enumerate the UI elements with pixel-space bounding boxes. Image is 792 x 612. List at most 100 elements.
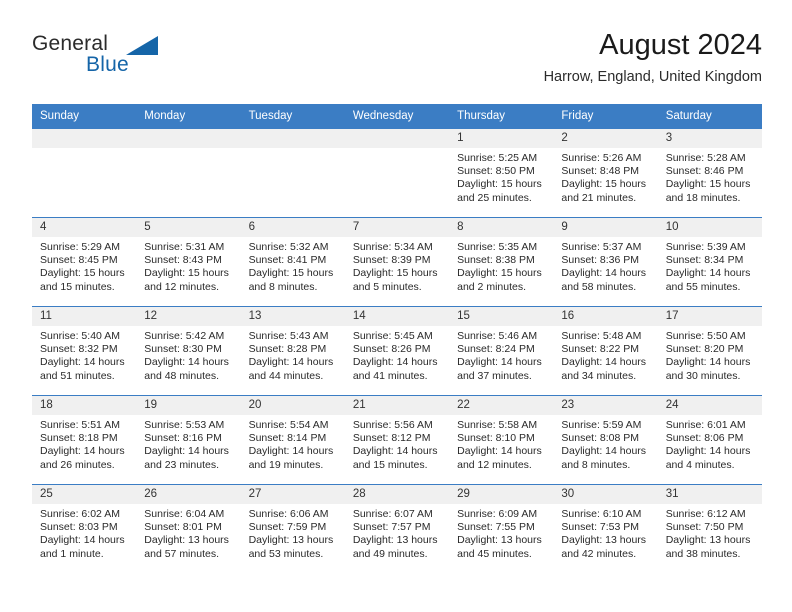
daylight-text-line2: and 51 minutes. bbox=[40, 369, 115, 382]
day-cell[interactable]: 20 Sunrise: 5:54 AM Sunset: 8:14 PM Dayl… bbox=[240, 395, 345, 485]
day-number: 12 bbox=[136, 307, 241, 326]
day-cell[interactable]: 4 Sunrise: 5:29 AM Sunset: 8:45 PM Dayli… bbox=[32, 217, 137, 307]
daylight-text-line2: and 41 minutes. bbox=[352, 369, 428, 382]
day-details bbox=[241, 148, 345, 152]
calendar-body: 1 Sunrise: 5:25 AM Sunset: 8:50 PM Dayli… bbox=[32, 128, 762, 573]
day-cell[interactable] bbox=[32, 128, 137, 218]
day-cell[interactable]: 7 Sunrise: 5:34 AM Sunset: 8:39 PM Dayli… bbox=[344, 217, 450, 307]
day-details: Sunrise: 5:37 AM Sunset: 8:36 PM Dayligh… bbox=[553, 237, 657, 294]
weekday-header-sunday: Sunday bbox=[32, 104, 137, 129]
day-details: Sunrise: 5:50 AM Sunset: 8:20 PM Dayligh… bbox=[658, 326, 762, 383]
daylight-text-line1: Daylight: 14 hours bbox=[665, 356, 751, 369]
day-cell[interactable]: 22 Sunrise: 5:58 AM Sunset: 8:10 PM Dayl… bbox=[449, 395, 554, 485]
day-number bbox=[344, 129, 450, 148]
daylight-text-line1: Daylight: 13 hours bbox=[457, 534, 542, 547]
day-cell[interactable]: 5 Sunrise: 5:31 AM Sunset: 8:43 PM Dayli… bbox=[136, 217, 241, 307]
sunset-text: Sunset: 8:43 PM bbox=[144, 254, 222, 267]
day-cell[interactable]: 9 Sunrise: 5:37 AM Sunset: 8:36 PM Dayli… bbox=[553, 217, 658, 307]
daylight-text-line1: Daylight: 14 hours bbox=[40, 356, 125, 369]
day-details bbox=[136, 148, 240, 152]
week-row: 25 Sunrise: 6:02 AM Sunset: 8:03 PM Dayl… bbox=[32, 484, 762, 573]
daylight-text-line1: Daylight: 13 hours bbox=[665, 534, 751, 547]
daylight-text-line1: Daylight: 14 hours bbox=[665, 267, 751, 280]
daylight-text-line1: Daylight: 14 hours bbox=[248, 356, 334, 369]
day-number: 17 bbox=[657, 307, 762, 326]
day-cell[interactable]: 8 Sunrise: 5:35 AM Sunset: 8:38 PM Dayli… bbox=[449, 217, 554, 307]
sunset-text: Sunset: 8:03 PM bbox=[40, 521, 118, 534]
day-cell[interactable] bbox=[344, 128, 450, 218]
day-details: Sunrise: 5:39 AM Sunset: 8:34 PM Dayligh… bbox=[658, 237, 762, 294]
week-row: 1 Sunrise: 5:25 AM Sunset: 8:50 PM Dayli… bbox=[32, 128, 762, 218]
day-number: 9 bbox=[553, 218, 658, 237]
sunset-text: Sunset: 8:22 PM bbox=[561, 343, 640, 356]
day-cell[interactable]: 27 Sunrise: 6:06 AM Sunset: 7:59 PM Dayl… bbox=[240, 484, 345, 573]
daylight-text-line2: and 55 minutes. bbox=[665, 280, 741, 293]
sunrise-text: Sunrise: 5:58 AM bbox=[457, 419, 538, 431]
day-cell[interactable]: 24 Sunrise: 6:01 AM Sunset: 8:06 PM Dayl… bbox=[657, 395, 762, 485]
sunrise-text: Sunrise: 5:34 AM bbox=[352, 241, 433, 253]
day-number: 6 bbox=[240, 218, 345, 237]
day-cell[interactable]: 23 Sunrise: 5:59 AM Sunset: 8:08 PM Dayl… bbox=[553, 395, 658, 485]
day-cell[interactable]: 3 Sunrise: 5:28 AM Sunset: 8:46 PM Dayli… bbox=[657, 128, 762, 218]
day-details: Sunrise: 5:56 AM Sunset: 8:12 PM Dayligh… bbox=[345, 415, 449, 472]
day-cell[interactable]: 11 Sunrise: 5:40 AM Sunset: 8:32 PM Dayl… bbox=[32, 306, 137, 396]
sunset-text: Sunset: 8:39 PM bbox=[352, 254, 431, 267]
day-cell[interactable] bbox=[240, 128, 345, 218]
sunset-text: Sunset: 8:30 PM bbox=[144, 343, 222, 356]
day-details: Sunrise: 5:34 AM Sunset: 8:39 PM Dayligh… bbox=[345, 237, 449, 294]
day-number: 22 bbox=[449, 396, 554, 415]
sunset-text: Sunset: 7:55 PM bbox=[457, 521, 535, 534]
day-details: Sunrise: 5:46 AM Sunset: 8:24 PM Dayligh… bbox=[449, 326, 553, 383]
day-cell[interactable]: 21 Sunrise: 5:56 AM Sunset: 8:12 PM Dayl… bbox=[344, 395, 450, 485]
daylight-text-line2: and 53 minutes. bbox=[248, 547, 324, 560]
daylight-text-line1: Daylight: 15 hours bbox=[352, 267, 438, 280]
sunrise-text: Sunrise: 5:32 AM bbox=[248, 241, 329, 253]
sunrise-text: Sunrise: 6:06 AM bbox=[248, 508, 329, 520]
daylight-text-line1: Daylight: 15 hours bbox=[457, 267, 542, 280]
weekday-header-saturday: Saturday bbox=[657, 104, 762, 129]
day-cell[interactable]: 14 Sunrise: 5:45 AM Sunset: 8:26 PM Dayl… bbox=[344, 306, 450, 396]
sunrise-text: Sunrise: 5:28 AM bbox=[665, 152, 746, 164]
calendar-grid: Sunday Monday Tuesday Wednesday Thursday… bbox=[32, 104, 762, 573]
daylight-text-line2: and 30 minutes. bbox=[665, 369, 741, 382]
day-cell[interactable]: 16 Sunrise: 5:48 AM Sunset: 8:22 PM Dayl… bbox=[553, 306, 658, 396]
day-cell[interactable] bbox=[136, 128, 241, 218]
general-blue-logo[interactable]: General Blue bbox=[32, 32, 212, 88]
day-cell[interactable]: 29 Sunrise: 6:09 AM Sunset: 7:55 PM Dayl… bbox=[449, 484, 554, 573]
daylight-text-line2: and 1 minute. bbox=[40, 547, 104, 560]
sunrise-text: Sunrise: 5:37 AM bbox=[561, 241, 642, 253]
sunrise-text: Sunrise: 5:29 AM bbox=[40, 241, 120, 253]
day-cell[interactable]: 13 Sunrise: 5:43 AM Sunset: 8:28 PM Dayl… bbox=[240, 306, 345, 396]
day-cell[interactable]: 2 Sunrise: 5:26 AM Sunset: 8:48 PM Dayli… bbox=[553, 128, 658, 218]
sunrise-text: Sunrise: 5:48 AM bbox=[561, 330, 642, 342]
day-cell[interactable]: 6 Sunrise: 5:32 AM Sunset: 8:41 PM Dayli… bbox=[240, 217, 345, 307]
day-cell[interactable]: 12 Sunrise: 5:42 AM Sunset: 8:30 PM Dayl… bbox=[136, 306, 241, 396]
day-cell[interactable]: 15 Sunrise: 5:46 AM Sunset: 8:24 PM Dayl… bbox=[449, 306, 554, 396]
day-cell[interactable]: 1 Sunrise: 5:25 AM Sunset: 8:50 PM Dayli… bbox=[449, 128, 554, 218]
day-cell[interactable]: 28 Sunrise: 6:07 AM Sunset: 7:57 PM Dayl… bbox=[344, 484, 450, 573]
daylight-text-line2: and 42 minutes. bbox=[561, 547, 637, 560]
day-cell[interactable]: 25 Sunrise: 6:02 AM Sunset: 8:03 PM Dayl… bbox=[32, 484, 137, 573]
weekday-header-friday: Friday bbox=[553, 104, 658, 129]
day-cell[interactable]: 19 Sunrise: 5:53 AM Sunset: 8:16 PM Dayl… bbox=[136, 395, 241, 485]
sunset-text: Sunset: 8:01 PM bbox=[144, 521, 222, 534]
day-cell[interactable]: 17 Sunrise: 5:50 AM Sunset: 8:20 PM Dayl… bbox=[657, 306, 762, 396]
daylight-text-line1: Daylight: 13 hours bbox=[248, 534, 334, 547]
day-number: 25 bbox=[32, 485, 137, 504]
day-cell[interactable]: 26 Sunrise: 6:04 AM Sunset: 8:01 PM Dayl… bbox=[136, 484, 241, 573]
daylight-text-line1: Daylight: 14 hours bbox=[352, 356, 438, 369]
sunset-text: Sunset: 8:10 PM bbox=[457, 432, 535, 445]
day-number: 23 bbox=[553, 396, 658, 415]
sunset-text: Sunset: 8:26 PM bbox=[352, 343, 431, 356]
daylight-text-line1: Daylight: 15 hours bbox=[561, 178, 647, 191]
day-cell[interactable]: 10 Sunrise: 5:39 AM Sunset: 8:34 PM Dayl… bbox=[657, 217, 762, 307]
sunset-text: Sunset: 8:14 PM bbox=[248, 432, 327, 445]
day-cell[interactable]: 30 Sunrise: 6:10 AM Sunset: 7:53 PM Dayl… bbox=[553, 484, 658, 573]
day-details: Sunrise: 5:26 AM Sunset: 8:48 PM Dayligh… bbox=[553, 148, 657, 205]
day-cell[interactable]: 18 Sunrise: 5:51 AM Sunset: 8:18 PM Dayl… bbox=[32, 395, 137, 485]
sunrise-text: Sunrise: 5:31 AM bbox=[144, 241, 225, 253]
sunset-text: Sunset: 7:59 PM bbox=[248, 521, 327, 534]
day-cell[interactable]: 31 Sunrise: 6:12 AM Sunset: 7:50 PM Dayl… bbox=[657, 484, 762, 573]
daylight-text-line2: and 58 minutes. bbox=[561, 280, 637, 293]
day-details: Sunrise: 6:02 AM Sunset: 8:03 PM Dayligh… bbox=[32, 504, 136, 561]
